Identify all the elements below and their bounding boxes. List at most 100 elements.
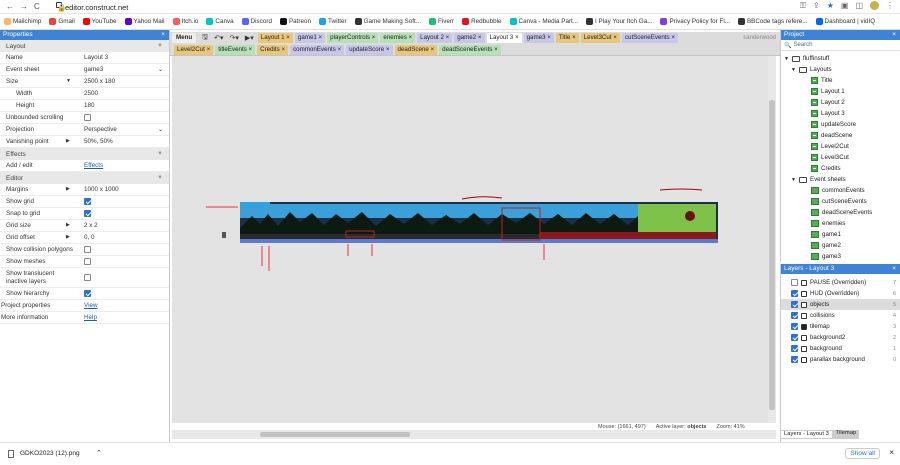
expand-icon[interactable]: ▼ (791, 67, 796, 73)
close-tab-icon[interactable]: × (384, 46, 390, 53)
tree-item-layout[interactable]: Level3Cut (781, 152, 900, 163)
tree-item-layout[interactable]: Layout 1 (781, 86, 900, 97)
expand-icon[interactable]: ▼ (791, 177, 796, 183)
horizontal-scroll-thumb[interactable] (260, 432, 410, 437)
close-icon[interactable]: × (892, 30, 896, 40)
chevron-up-icon[interactable]: ⌃ (96, 449, 102, 457)
username[interactable]: sanderwood (743, 35, 780, 41)
close-tab-icon[interactable]: × (492, 46, 498, 53)
layout-view[interactable] (172, 56, 768, 423)
close-tab-icon[interactable]: × (444, 34, 450, 41)
bookmark-item[interactable]: Canva - Media Part... (509, 18, 578, 25)
tab-titleevents[interactable]: titleEvents × (215, 44, 256, 55)
tree-item-layout[interactable]: Level2Cut (781, 141, 900, 152)
show-grid-checkbox[interactable] (84, 197, 91, 205)
expand-down-icon[interactable]: ▼ (66, 78, 71, 84)
bookmark-item[interactable]: Patreon (279, 18, 311, 25)
view-link[interactable]: View (84, 302, 98, 309)
layer-row[interactable]: collisions 4 (781, 310, 900, 321)
lock-icon[interactable] (801, 301, 807, 308)
chevron-down-icon[interactable]: ⌄ (158, 126, 163, 133)
tab-enemies[interactable]: enemies × (380, 33, 416, 43)
chevron-down-icon[interactable]: ⌄ (158, 66, 163, 73)
collapse-icon[interactable]: ▼ (157, 43, 163, 49)
tree-item-event-sheet[interactable]: game2 (781, 240, 900, 251)
close-tab-icon[interactable]: × (429, 46, 435, 53)
lock-icon[interactable] (801, 323, 807, 330)
layer-row[interactable]: background2 2 (781, 332, 900, 343)
tab-game2[interactable]: game2 × (454, 33, 485, 43)
tree-item-layout[interactable]: updateScore (781, 119, 900, 130)
translucent-layers-checkbox[interactable] (84, 273, 91, 281)
expand-right-icon[interactable]: ▶ (66, 222, 70, 228)
width-field[interactable]: 2500 (84, 90, 98, 97)
close-tab-icon[interactable]: × (336, 46, 341, 53)
close-tab-icon[interactable]: × (370, 34, 376, 41)
unbounded-scrolling-checkbox[interactable] (84, 113, 91, 121)
close-tab-icon[interactable]: × (612, 34, 617, 41)
redo-icon[interactable]: ↷▾ (228, 34, 241, 42)
close-tab-icon[interactable]: × (280, 46, 285, 53)
reload-icon[interactable]: C (34, 2, 40, 11)
address-bar[interactable]: 🔒editor.construct.net (56, 2, 746, 12)
lock-icon[interactable] (801, 290, 807, 297)
tree-item-event-sheet[interactable]: game3 (781, 251, 900, 262)
bookmark-item[interactable]: Itch.io (172, 18, 198, 25)
layout-name-value[interactable]: Layout 3 (84, 54, 108, 61)
layer-row[interactable]: parallax background 0 (781, 354, 900, 365)
tab-cutsceneevents[interactable]: cutSceneEvents × (621, 33, 678, 43)
layer-visible-checkbox[interactable] (791, 356, 798, 363)
layer-visible-checkbox[interactable] (791, 312, 798, 319)
expand-right-icon[interactable]: ▶ (66, 234, 70, 240)
sidepanel-icon[interactable]: ◫ (855, 1, 863, 11)
tab-updatescore[interactable]: updateScore × (346, 44, 393, 55)
tab-layout-1[interactable]: Layout 1 × (257, 33, 293, 43)
tree-item-event-sheet[interactable]: game1 (781, 229, 900, 240)
bookmark-item[interactable]: BBCode tags refere... (737, 18, 808, 25)
show-hierarchy-checkbox[interactable] (84, 289, 91, 297)
tab-playercontrols[interactable]: playerControls × (327, 33, 379, 43)
profile-avatar[interactable] (870, 1, 879, 10)
section-effects[interactable]: Effects ▼ (0, 148, 169, 160)
bookmark-item[interactable]: Fiverr (428, 18, 454, 25)
collapse-icon[interactable]: ▼ (157, 151, 163, 157)
download-file-name[interactable]: GDKO2023 (12).png (20, 450, 80, 457)
bookmark-item[interactable]: Dashboard | vidIQ (815, 18, 875, 25)
project-search[interactable]: 🔍 Search (781, 40, 900, 51)
collapse-icon[interactable]: ▼ (157, 175, 163, 181)
bookmark-item[interactable]: Mailchimp (4, 18, 41, 25)
tab-layout-3[interactable]: Layout 3 × (486, 33, 522, 43)
tree-item-layout[interactable]: Title (781, 75, 900, 86)
tree-item-layout[interactable]: Layout 3 (781, 108, 900, 119)
tab-deadscene[interactable]: deadScene × (394, 44, 438, 55)
layer-row[interactable]: tilemap 3 (781, 321, 900, 332)
close-icon[interactable]: × (889, 448, 894, 457)
collision-polygons-checkbox[interactable] (84, 245, 91, 253)
bookmark-item[interactable]: Discord (241, 18, 272, 25)
extension-icon[interactable]: ▣ (841, 1, 849, 11)
effects-link[interactable]: Effects (84, 162, 103, 169)
layer-row[interactable]: HUD (Overridden) 6 (781, 288, 900, 299)
section-editor[interactable]: Editor ▼ (0, 172, 169, 184)
grid-size-value[interactable]: 2 x 2 (84, 222, 98, 229)
tree-item-event-sheet[interactable]: deadSceneEvents (781, 207, 900, 218)
tree-item-layout[interactable]: deadScene (781, 130, 900, 141)
close-tab-icon[interactable]: × (285, 34, 290, 41)
close-tab-icon[interactable]: × (570, 34, 576, 41)
close-tab-icon[interactable]: × (670, 34, 675, 41)
back-icon[interactable]: ← (6, 2, 14, 11)
kebab-menu-icon[interactable]: ⋮ (886, 1, 894, 11)
layer-row[interactable]: objects 5 (781, 299, 900, 310)
bookmark-item[interactable]: Twitter (319, 18, 347, 25)
tree-folder-layouts[interactable]: ▼ Layouts (781, 64, 900, 75)
tab-title[interactable]: Title × (555, 33, 579, 43)
layer-visible-checkbox[interactable] (791, 301, 798, 308)
tree-item-event-sheet[interactable]: commonEvents (781, 185, 900, 196)
bookmark-item[interactable]: Gmail (49, 18, 75, 25)
layer-visible-checkbox[interactable] (791, 334, 798, 341)
bookmark-item[interactable]: Redbubble (462, 18, 502, 25)
tab-game3[interactable]: game3 × (523, 33, 554, 43)
expand-right-icon[interactable]: ▶ (66, 186, 70, 192)
lock-icon[interactable] (801, 356, 807, 363)
tab-game1[interactable]: game1 × (294, 33, 326, 43)
